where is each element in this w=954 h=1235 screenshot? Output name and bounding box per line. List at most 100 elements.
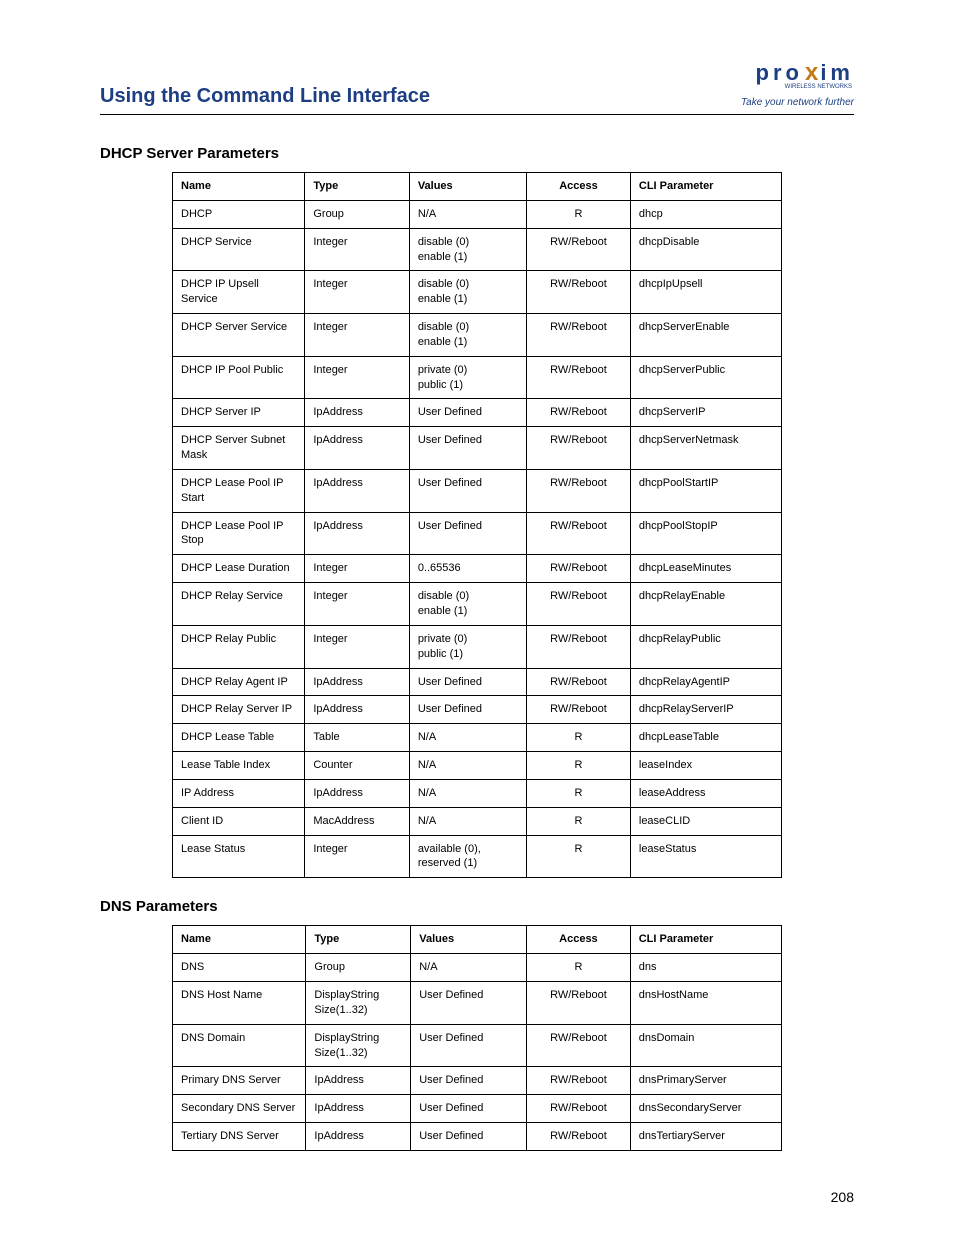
cell-type: Integer <box>305 356 409 399</box>
cell-name: DHCP Relay Public <box>173 625 305 668</box>
cell-cli: dhcpRelayAgentIP <box>630 668 781 696</box>
sections-host: DHCP Server ParametersNameTypeValuesAcce… <box>100 145 854 1151</box>
cell-name: Tertiary DNS Server <box>173 1123 306 1151</box>
cell-type: Integer <box>305 314 409 357</box>
cell-access: RW/Reboot <box>527 314 631 357</box>
cell-name: DNS <box>173 954 306 982</box>
cell-name: DHCP Lease Table <box>173 724 305 752</box>
brand-text-right: im <box>820 61 854 85</box>
cell-type: IpAddress <box>305 427 409 470</box>
cell-values: User Defined <box>409 696 526 724</box>
cell-access: RW/Reboot <box>527 625 631 668</box>
table-row: Lease StatusIntegeravailable (0),reserve… <box>173 835 782 878</box>
cell-cli: dnsDomain <box>630 1024 781 1067</box>
cell-name: Primary DNS Server <box>173 1067 306 1095</box>
cell-values: available (0),reserved (1) <box>409 835 526 878</box>
col-values: Values <box>411 926 527 954</box>
table-row: DHCP Lease DurationInteger0..65536RW/Reb… <box>173 555 782 583</box>
cell-values: N/A <box>409 200 526 228</box>
cell-name: DHCP Server Subnet Mask <box>173 427 305 470</box>
table-row: DHCP Relay PublicIntegerprivate (0)publi… <box>173 625 782 668</box>
cell-type: Integer <box>305 555 409 583</box>
cell-access: RW/Reboot <box>527 583 631 626</box>
table-row: Tertiary DNS ServerIpAddressUser Defined… <box>173 1123 782 1151</box>
cell-values: User Defined <box>409 668 526 696</box>
cell-name: DHCP Service <box>173 228 305 271</box>
cell-name: DHCP Server IP <box>173 399 305 427</box>
cell-access: RW/Reboot <box>527 427 631 470</box>
cell-values: User Defined <box>409 469 526 512</box>
cell-access: RW/Reboot <box>527 555 631 583</box>
cell-cli: dhcpRelayPublic <box>630 625 781 668</box>
col-cli: CLI Parameter <box>630 172 781 200</box>
table-row: DHCP ServiceIntegerdisable (0)enable (1)… <box>173 228 782 271</box>
cell-values: User Defined <box>409 399 526 427</box>
cell-access: RW/Reboot <box>527 696 631 724</box>
cell-name: DHCP IP Upsell Service <box>173 271 305 314</box>
cell-name: Client ID <box>173 807 305 835</box>
cell-values: User Defined <box>411 981 527 1024</box>
table-row: IP AddressIpAddressN/ARleaseAddress <box>173 779 782 807</box>
cell-values: disable (0)enable (1) <box>409 271 526 314</box>
cell-cli: dhcpServerPublic <box>630 356 781 399</box>
cell-access: R <box>527 752 631 780</box>
cell-type: DisplayStringSize(1..32) <box>306 981 411 1024</box>
cell-values: User Defined <box>409 512 526 555</box>
table-row: DHCP Lease Pool IP StartIpAddressUser De… <box>173 469 782 512</box>
cell-type: IpAddress <box>305 512 409 555</box>
brand-logo: proxim <box>741 60 854 86</box>
col-type: Type <box>306 926 411 954</box>
cell-type: Integer <box>305 271 409 314</box>
cell-name: Lease Table Index <box>173 752 305 780</box>
cell-name: DHCP Lease Pool IP Stop <box>173 512 305 555</box>
cell-values: User Defined <box>409 427 526 470</box>
cell-type: Table <box>305 724 409 752</box>
cell-access: RW/Reboot <box>527 512 631 555</box>
page: Using the Command Line Interface proxim … <box>0 0 954 1235</box>
table-row: DHCP Lease TableTableN/ARdhcpLeaseTable <box>173 724 782 752</box>
cell-cli: dnsHostName <box>630 981 781 1024</box>
col-access: Access <box>527 172 631 200</box>
cell-access: R <box>527 724 631 752</box>
cell-type: Integer <box>305 583 409 626</box>
cell-type: MacAddress <box>305 807 409 835</box>
cell-cli: dhcpServerNetmask <box>630 427 781 470</box>
cell-values: private (0)public (1) <box>409 356 526 399</box>
cell-name: Secondary DNS Server <box>173 1095 306 1123</box>
cell-values: User Defined <box>411 1123 527 1151</box>
cell-access: R <box>527 779 631 807</box>
cell-cli: dhcpPoolStartIP <box>630 469 781 512</box>
table-row: DHCP Relay ServiceIntegerdisable (0)enab… <box>173 583 782 626</box>
cell-values: User Defined <box>411 1095 527 1123</box>
page-number: 208 <box>831 1189 854 1205</box>
cell-name: DHCP Server Service <box>173 314 305 357</box>
cell-type: IpAddress <box>305 779 409 807</box>
cell-values: User Defined <box>411 1067 527 1095</box>
cell-access: RW/Reboot <box>527 271 631 314</box>
cell-name: Lease Status <box>173 835 305 878</box>
cell-cli: dhcpLeaseMinutes <box>630 555 781 583</box>
brand-tagline: Take your network further <box>741 97 854 108</box>
col-cli: CLI Parameter <box>630 926 781 954</box>
page-header: Using the Command Line Interface proxim … <box>100 60 854 115</box>
cell-cli: leaseAddress <box>630 779 781 807</box>
cell-values: N/A <box>409 807 526 835</box>
cell-access: RW/Reboot <box>527 1123 631 1151</box>
cell-access: R <box>527 807 631 835</box>
cell-access: R <box>527 954 631 982</box>
cell-cli: leaseIndex <box>630 752 781 780</box>
cell-values: disable (0)enable (1) <box>409 583 526 626</box>
cell-access: RW/Reboot <box>527 228 631 271</box>
cell-cli: dhcpServerIP <box>630 399 781 427</box>
cell-access: RW/Reboot <box>527 1095 631 1123</box>
cell-access: RW/Reboot <box>527 356 631 399</box>
cell-type: Counter <box>305 752 409 780</box>
table-row: DHCP Lease Pool IP StopIpAddressUser Def… <box>173 512 782 555</box>
cell-values: N/A <box>409 724 526 752</box>
table-row: DHCP IP Upsell ServiceIntegerdisable (0)… <box>173 271 782 314</box>
cell-cli: leaseStatus <box>630 835 781 878</box>
cell-access: RW/Reboot <box>527 981 631 1024</box>
col-values: Values <box>409 172 526 200</box>
param-table: NameTypeValuesAccessCLI ParameterDHCPGro… <box>172 172 782 878</box>
cell-values: N/A <box>409 752 526 780</box>
